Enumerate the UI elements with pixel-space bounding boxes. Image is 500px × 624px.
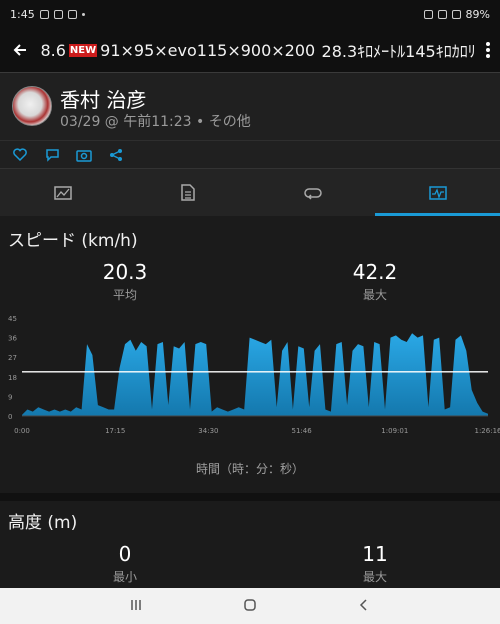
chart-icon	[428, 185, 447, 200]
notification-icon	[67, 9, 77, 19]
activity-title: 8.6 NEW 91×95×evo115×900×200-2thin	[40, 41, 315, 60]
add-photo-button[interactable]	[76, 147, 92, 163]
share-icon	[110, 148, 122, 161]
map-icon	[53, 185, 72, 200]
document-icon	[180, 184, 195, 201]
x-axis-label: 時間（時：分：秒）	[195, 462, 304, 476]
home-button[interactable]	[243, 597, 257, 616]
overflow-menu-button[interactable]	[476, 28, 500, 72]
x-tick-label: 1:09:01	[381, 427, 408, 435]
status-bar: 1:45 89%	[0, 0, 500, 28]
avg-speed-stat: 20.3 平均	[65, 260, 185, 303]
tab-stats[interactable]	[125, 169, 250, 216]
max-elevation-stat: 11 最大	[315, 542, 435, 585]
tab-laps[interactable]	[250, 169, 375, 216]
y-tick-label: 36	[8, 335, 17, 343]
max-speed-stat: 42.2 最大	[315, 260, 435, 303]
wifi-icon	[437, 9, 447, 19]
app-bar: 8.6 NEW 91×95×evo115×900×200-2thin 28.3ｷ…	[0, 28, 500, 72]
max-speed-value: 42.2	[352, 260, 398, 284]
nav-back-button[interactable]	[357, 597, 371, 616]
battery-level: 89%	[465, 7, 490, 21]
section-divider	[0, 493, 500, 501]
more-notifications-icon	[81, 12, 85, 16]
share-button[interactable]	[108, 147, 124, 163]
min-elevation-label: 最小	[112, 570, 137, 584]
charts-content: スピード (km/h) 20.3 平均 42.2 最大 0 9 18 27 36 45 0:…	[0, 216, 500, 588]
activity-meta: 03/29 @ 午前11:23 • その他	[60, 114, 251, 130]
min-elevation-value: 0	[118, 542, 132, 566]
recent-apps-icon	[131, 599, 141, 610]
y-tick-label: 45	[8, 315, 17, 323]
x-tick-label: 1:26:16	[475, 427, 500, 435]
laps-icon	[303, 187, 322, 200]
like-button[interactable]	[12, 147, 28, 163]
y-tick-label: 18	[8, 374, 17, 382]
speed-section-title: スピード (km/h)	[8, 231, 138, 251]
back-icon	[359, 598, 367, 611]
activity-title-prefix: 8.6	[40, 40, 66, 60]
notification-icon	[53, 9, 63, 19]
recent-apps-button[interactable]	[129, 597, 143, 616]
tab-map[interactable]	[0, 169, 125, 216]
activity-summary: 28.3ｷﾛﾒｰﾄﾙ145ｷﾛｶﾛﾘ	[321, 42, 476, 61]
avatar[interactable]	[12, 86, 52, 126]
activity-tabs	[0, 168, 500, 216]
x-tick-label: 17:15	[105, 427, 125, 435]
speed-chart-svg: 0 9 18 27 36 45 0:00 17:15 34:30 51:46 1:09:01 1:26…	[8, 315, 500, 435]
x-tick-label: 0:00	[14, 427, 30, 435]
action-row	[0, 140, 500, 168]
y-tick-label: 9	[8, 393, 12, 401]
elevation-section-title: 高度 (m)	[8, 513, 78, 533]
min-elevation-stat: 0 最小	[65, 542, 185, 585]
activity-title-rest: 91×95×evo115×900×200-2thin	[100, 40, 316, 60]
alarm-icon	[423, 9, 433, 19]
tab-charts[interactable]	[375, 169, 500, 216]
status-time: 1:45	[10, 7, 35, 21]
y-tick-label: 27	[8, 354, 17, 362]
comment-icon	[45, 148, 59, 162]
heart-icon	[13, 148, 27, 161]
avg-speed-value: 20.3	[102, 260, 148, 284]
max-elevation-value: 11	[362, 542, 388, 566]
system-nav-bar	[0, 588, 500, 624]
camera-icon	[76, 149, 92, 162]
avg-speed-label: 平均	[112, 288, 137, 302]
new-badge: NEW	[68, 43, 98, 57]
home-icon	[244, 598, 256, 611]
back-button[interactable]	[0, 28, 40, 72]
notification-icon	[39, 9, 49, 19]
more-vertical-icon	[485, 42, 490, 58]
max-speed-label: 最大	[362, 288, 387, 302]
speed-area-series	[22, 333, 488, 416]
activity-header: 香村 治彦 03/29 @ 午前11:23 • その他	[0, 72, 500, 140]
user-name[interactable]: 香村 治彦	[60, 84, 146, 113]
x-tick-label: 34:30	[198, 427, 218, 435]
y-tick-label: 0	[8, 413, 12, 421]
max-elevation-label: 最大	[362, 570, 387, 584]
back-arrow-icon	[13, 44, 27, 56]
signal-icon	[451, 9, 461, 19]
x-tick-label: 51:46	[292, 427, 313, 435]
comment-button[interactable]	[44, 147, 60, 163]
speed-chart[interactable]: 0 9 18 27 36 45 0:00 17:15 34:30 51:46 1:09:01 1:26…	[0, 312, 500, 452]
